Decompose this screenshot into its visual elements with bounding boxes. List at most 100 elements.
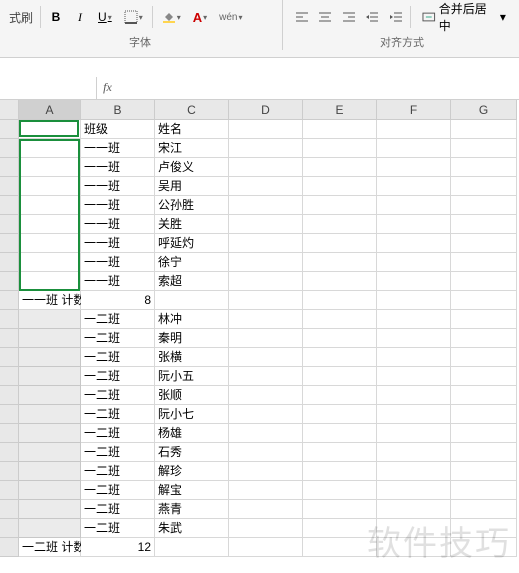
cell[interactable] bbox=[451, 215, 517, 234]
cell[interactable] bbox=[229, 500, 303, 519]
cell[interactable] bbox=[19, 462, 81, 481]
cell[interactable] bbox=[19, 139, 81, 158]
cell[interactable]: 张横 bbox=[155, 348, 229, 367]
cell[interactable]: 呼延灼 bbox=[155, 234, 229, 253]
col-header-g[interactable]: G bbox=[451, 100, 517, 120]
cell[interactable] bbox=[229, 177, 303, 196]
grid-body[interactable]: 123班级姓名一一班宋江一一班卢俊义一一班吴用一一班公孙胜一一班关胜一一班呼延灼… bbox=[0, 120, 519, 557]
align-right-button[interactable] bbox=[338, 6, 359, 28]
cell[interactable]: 阮小五 bbox=[155, 367, 229, 386]
select-all-corner[interactable] bbox=[0, 100, 19, 120]
row-header[interactable] bbox=[0, 234, 19, 253]
cell[interactable] bbox=[377, 196, 451, 215]
cell[interactable] bbox=[451, 405, 517, 424]
cell[interactable]: 一二班 计数 bbox=[19, 538, 81, 557]
cell[interactable] bbox=[229, 139, 303, 158]
fill-color-button[interactable]: ▾ bbox=[157, 6, 186, 28]
cell[interactable] bbox=[377, 329, 451, 348]
cell[interactable]: 一二班 bbox=[81, 405, 155, 424]
cell[interactable] bbox=[229, 310, 303, 329]
cell[interactable] bbox=[303, 462, 377, 481]
cell[interactable] bbox=[19, 500, 81, 519]
cell[interactable]: 燕青 bbox=[155, 500, 229, 519]
col-header-d[interactable]: D bbox=[229, 100, 303, 120]
cell[interactable] bbox=[451, 139, 517, 158]
cell[interactable] bbox=[19, 348, 81, 367]
cell[interactable] bbox=[451, 329, 517, 348]
row-header[interactable] bbox=[0, 443, 19, 462]
cell[interactable] bbox=[19, 234, 81, 253]
cell[interactable] bbox=[303, 519, 377, 538]
cell[interactable] bbox=[303, 348, 377, 367]
cell[interactable] bbox=[229, 462, 303, 481]
cell[interactable]: 张顺 bbox=[155, 386, 229, 405]
cell[interactable] bbox=[451, 291, 517, 310]
cell[interactable] bbox=[451, 519, 517, 538]
cell[interactable] bbox=[451, 481, 517, 500]
cell[interactable]: 一二班 bbox=[81, 500, 155, 519]
cell[interactable]: 一一班 bbox=[81, 196, 155, 215]
cell[interactable] bbox=[229, 481, 303, 500]
row-header[interactable] bbox=[0, 386, 19, 405]
cell[interactable] bbox=[451, 234, 517, 253]
fx-button[interactable]: fx bbox=[96, 77, 118, 99]
cell[interactable] bbox=[19, 310, 81, 329]
row-header[interactable] bbox=[0, 291, 19, 310]
cell[interactable] bbox=[451, 386, 517, 405]
row-header[interactable] bbox=[0, 481, 19, 500]
cell[interactable] bbox=[303, 215, 377, 234]
cell[interactable] bbox=[303, 158, 377, 177]
row-header[interactable] bbox=[0, 424, 19, 443]
cell[interactable] bbox=[303, 120, 377, 139]
cell[interactable] bbox=[303, 386, 377, 405]
cell[interactable] bbox=[19, 158, 81, 177]
row-header[interactable] bbox=[0, 367, 19, 386]
col-header-c[interactable]: C bbox=[155, 100, 229, 120]
row-header[interactable] bbox=[0, 215, 19, 234]
cell[interactable] bbox=[229, 253, 303, 272]
row-header[interactable] bbox=[0, 348, 19, 367]
cell[interactable] bbox=[19, 367, 81, 386]
align-center-button[interactable] bbox=[314, 6, 335, 28]
row-header[interactable] bbox=[0, 500, 19, 519]
cell[interactable] bbox=[451, 424, 517, 443]
cell[interactable]: 吴用 bbox=[155, 177, 229, 196]
cell[interactable]: 一一班 bbox=[81, 139, 155, 158]
row-header[interactable] bbox=[0, 519, 19, 538]
cell[interactable] bbox=[303, 405, 377, 424]
cell[interactable]: 一二班 bbox=[81, 481, 155, 500]
cell[interactable] bbox=[303, 443, 377, 462]
cell[interactable] bbox=[303, 500, 377, 519]
cell[interactable]: 一一班 bbox=[81, 234, 155, 253]
phonetic-button[interactable]: wén ▾ bbox=[214, 6, 247, 28]
cell[interactable] bbox=[377, 443, 451, 462]
cell[interactable]: 一二班 bbox=[81, 329, 155, 348]
cell[interactable] bbox=[155, 291, 229, 310]
row-header[interactable] bbox=[0, 158, 19, 177]
cell[interactable] bbox=[19, 329, 81, 348]
row-header[interactable] bbox=[0, 272, 19, 291]
col-header-b[interactable]: B bbox=[81, 100, 155, 120]
cell[interactable] bbox=[451, 443, 517, 462]
cell[interactable]: 林冲 bbox=[155, 310, 229, 329]
cell[interactable] bbox=[377, 424, 451, 443]
cell[interactable]: 杨雄 bbox=[155, 424, 229, 443]
cell[interactable] bbox=[377, 481, 451, 500]
cell[interactable]: 8 bbox=[81, 291, 155, 310]
cell[interactable]: 一二班 bbox=[81, 348, 155, 367]
row-header[interactable] bbox=[0, 329, 19, 348]
cell[interactable] bbox=[377, 234, 451, 253]
increase-indent-button[interactable] bbox=[385, 6, 406, 28]
cell[interactable] bbox=[229, 519, 303, 538]
cell[interactable] bbox=[229, 272, 303, 291]
cell[interactable]: 解珍 bbox=[155, 462, 229, 481]
cell[interactable] bbox=[229, 291, 303, 310]
cell[interactable] bbox=[303, 177, 377, 196]
cell[interactable] bbox=[19, 196, 81, 215]
cell[interactable] bbox=[377, 139, 451, 158]
decrease-indent-button[interactable] bbox=[361, 6, 382, 28]
row-header[interactable] bbox=[0, 139, 19, 158]
cell[interactable]: 解宝 bbox=[155, 481, 229, 500]
border-button[interactable]: ▾ bbox=[119, 6, 148, 28]
cell[interactable]: 一二班 bbox=[81, 462, 155, 481]
